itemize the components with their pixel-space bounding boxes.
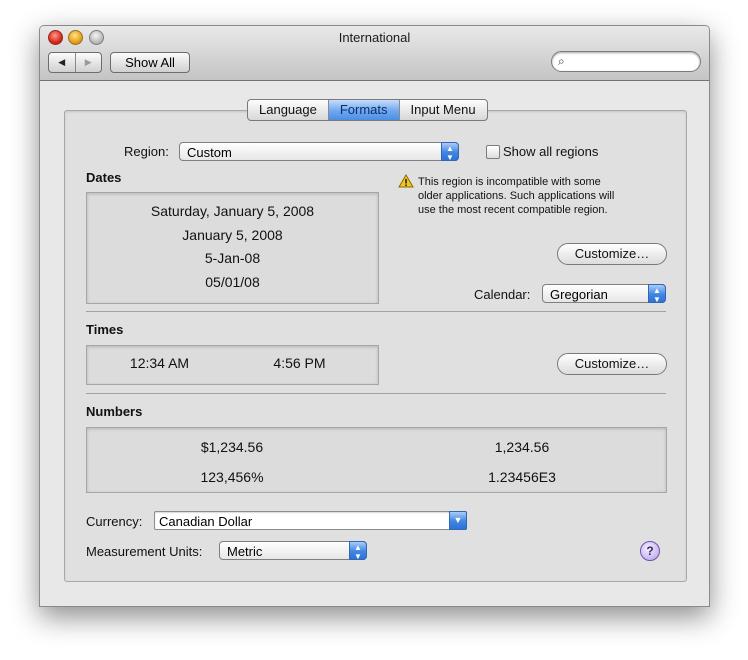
number-example-decimal: 1,234.56 xyxy=(494,439,550,455)
warning-line-2: older applications. Such applications wi… xyxy=(418,190,615,202)
date-example-full: Saturday, January 5, 2008 xyxy=(150,203,315,219)
times-heading: Times xyxy=(86,322,124,337)
popup-arrows-icon: ▲ ▼ xyxy=(648,284,666,304)
divider xyxy=(86,393,666,394)
preferences-window: International ◀ ▶ Show All ⌕ Language Fo… xyxy=(39,25,710,607)
show-all-button[interactable]: Show All xyxy=(110,52,190,73)
dates-example-box: Saturday, January 5, 2008 January 5, 200… xyxy=(86,192,379,304)
region-value: Custom xyxy=(187,145,232,160)
forward-button[interactable]: ▶ xyxy=(74,53,102,72)
search-icon: ⌕ xyxy=(558,54,565,68)
times-example-box: 12:34 AM 4:56 PM xyxy=(86,345,379,385)
help-button[interactable]: ? xyxy=(640,541,660,561)
search-input[interactable] xyxy=(574,53,696,71)
titlebar: International ◀ ▶ Show All ⌕ xyxy=(40,26,709,81)
back-forward-control: ◀ ▶ xyxy=(48,52,102,73)
popup-arrows-icon: ▲ ▼ xyxy=(441,142,459,162)
time-example-short: 12:34 AM xyxy=(129,355,190,371)
calendar-label: Calendar: xyxy=(474,287,531,302)
dates-heading: Dates xyxy=(86,170,122,185)
measurement-units-value: Metric xyxy=(227,544,263,559)
currency-label: Currency: xyxy=(86,514,143,529)
back-button[interactable]: ◀ xyxy=(49,53,75,72)
region-warning-text: This region is incompatible with some ol… xyxy=(418,175,614,217)
currency-combo-box[interactable]: Canadian Dollar ▼ xyxy=(154,511,467,530)
region-label: Region: xyxy=(124,144,169,159)
number-example-percent: 123,456% xyxy=(200,469,264,485)
numbers-heading: Numbers xyxy=(86,404,143,419)
warning-icon xyxy=(398,174,414,188)
tab-language[interactable]: Language xyxy=(248,100,328,120)
region-popup[interactable]: Custom ▲ ▼ xyxy=(179,142,459,162)
popup-arrows-icon: ▲ ▼ xyxy=(349,541,367,561)
tab-bar: Language Formats Input Menu xyxy=(247,99,488,121)
window-title: International xyxy=(338,30,411,45)
times-customize-button[interactable]: Customize… xyxy=(557,353,667,375)
numbers-example-box: $1,234.56 1,234.56 123,456% 1.23456E3 xyxy=(86,427,667,493)
chevron-down-icon[interactable]: ▼ xyxy=(449,511,467,530)
show-all-regions-checkbox[interactable] xyxy=(486,145,500,159)
number-example-currency: $1,234.56 xyxy=(200,439,264,455)
calendar-popup[interactable]: Gregorian ▲ ▼ xyxy=(542,284,666,304)
tab-input-menu[interactable]: Input Menu xyxy=(398,100,487,120)
warning-line-1: This region is incompatible with some xyxy=(418,176,601,188)
measurement-units-popup[interactable]: Metric ▲ ▼ xyxy=(219,541,367,561)
date-example-medium: 5-Jan-08 xyxy=(204,250,261,266)
tab-formats[interactable]: Formats xyxy=(327,100,399,120)
dates-customize-button[interactable]: Customize… xyxy=(557,243,667,265)
divider xyxy=(86,311,666,312)
currency-value: Canadian Dollar xyxy=(159,514,253,529)
calendar-value: Gregorian xyxy=(550,287,608,302)
warning-line-3: use the most recent compatible region. xyxy=(418,204,608,216)
date-example-short: 05/01/08 xyxy=(205,274,260,290)
search-field[interactable]: ⌕ xyxy=(551,51,701,72)
time-example-pm: 4:56 PM xyxy=(273,355,326,371)
show-all-regions-label: Show all regions xyxy=(503,144,599,159)
date-example-long: January 5, 2008 xyxy=(182,227,283,243)
measurement-units-label: Measurement Units: xyxy=(86,544,203,559)
number-example-scientific: 1.23456E3 xyxy=(488,469,556,485)
